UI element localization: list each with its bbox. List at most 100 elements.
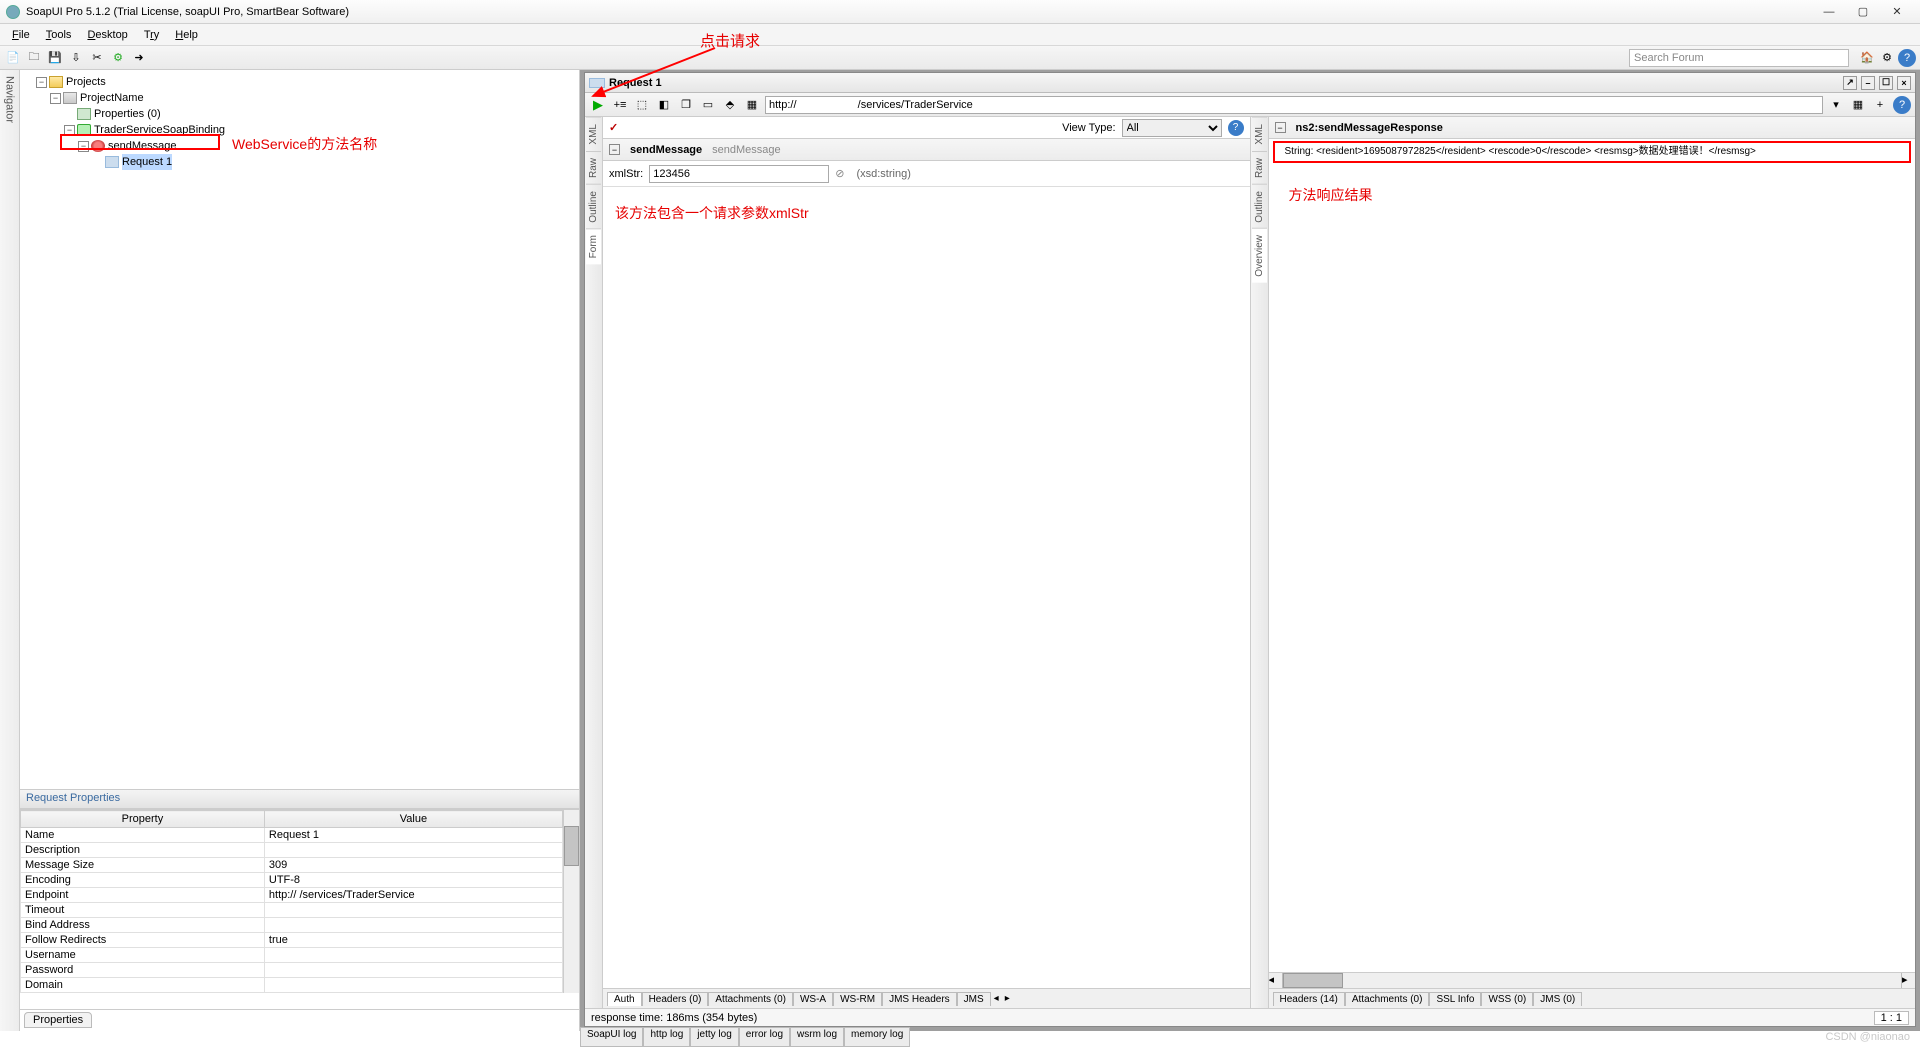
menu-file[interactable]: File (4, 27, 38, 43)
btab-jmsh[interactable]: JMS Headers (882, 992, 957, 1006)
response-collapse-icon[interactable]: − (1275, 122, 1286, 133)
view-type-select[interactable]: All (1122, 119, 1222, 137)
log-error[interactable]: error log (739, 1027, 790, 1047)
request-window-titlebar[interactable]: Request 1 ↗ – ☐ × (585, 73, 1915, 93)
log-memory[interactable]: memory log (844, 1027, 910, 1047)
table-row[interactable]: Bind Address (21, 918, 563, 933)
table-row[interactable]: Description (21, 843, 563, 858)
close-button[interactable]: ✕ (1880, 2, 1914, 22)
help2-icon[interactable]: ? (1893, 96, 1911, 114)
tree-request[interactable]: Request 1 (92, 154, 577, 170)
tool2-icon[interactable]: ▦ (743, 96, 761, 114)
vtab-res-overview[interactable]: Overview (1252, 228, 1267, 283)
add-endpoint-icon[interactable]: + (1871, 96, 1889, 114)
max-icon[interactable]: ☐ (1879, 76, 1893, 90)
clear-icon[interactable]: ⊘ (835, 167, 844, 180)
table-row[interactable]: Domain (21, 978, 563, 993)
collapse-icon[interactable]: − (609, 144, 620, 155)
add-assertion-icon[interactable]: +≡ (611, 96, 629, 114)
tool1-icon[interactable]: ⬘ (721, 96, 739, 114)
log-wsrm[interactable]: wsrm log (790, 1027, 844, 1047)
btab-headers[interactable]: Headers (0) (642, 992, 709, 1006)
menu-desktop[interactable]: Desktop (79, 27, 135, 43)
tool-icon[interactable]: ✂ (88, 49, 106, 67)
help-icon[interactable]: ? (1898, 49, 1916, 67)
props-scrollbar[interactable] (563, 810, 579, 993)
table-row[interactable]: Endpointhttp:// /services/TraderService (21, 888, 563, 903)
detach-icon[interactable]: ↗ (1843, 76, 1857, 90)
request-properties-header: Request Properties (20, 789, 579, 809)
settings-icon[interactable]: ⚙ (1878, 49, 1896, 67)
menu-try[interactable]: Try (136, 27, 167, 43)
tree-operation[interactable]: −sendMessage (78, 138, 577, 154)
tree-projects[interactable]: −Projects (36, 74, 577, 90)
table-row[interactable]: Message Size309 (21, 858, 563, 873)
soap-icon[interactable]: ⬚ (633, 96, 651, 114)
table-row[interactable]: Timeout (21, 903, 563, 918)
response-vtabs: XML Raw Outline Overview (1251, 117, 1269, 1008)
rbtab-ssl[interactable]: SSL Info (1429, 992, 1481, 1006)
import-icon[interactable]: ⇩ (67, 49, 85, 67)
menu-tools[interactable]: Tools (38, 27, 80, 43)
zoom-ratio[interactable]: 1 : 1 (1874, 1011, 1909, 1025)
tree-properties[interactable]: Properties (0) (64, 106, 577, 122)
maximize-button[interactable]: ▢ (1846, 2, 1880, 22)
url-dropdown-icon[interactable]: ▾ (1827, 96, 1845, 114)
tree-binding[interactable]: −TraderServiceSoapBinding (64, 122, 577, 138)
vtab-form[interactable]: Form (586, 228, 601, 264)
btab-attach[interactable]: Attachments (0) (708, 992, 793, 1006)
mdi-area: Request 1 ↗ – ☐ × ▶ +≡ ⬚ ◧ ❐ ▭ ⬘ ▦ ▾ ▦ + (580, 70, 1920, 1031)
btab-right-icon[interactable]: ▸ (1002, 993, 1013, 1004)
vtab-res-outline[interactable]: Outline (1252, 184, 1267, 229)
viewtype-help-icon[interactable]: ? (1228, 120, 1244, 136)
btab-auth[interactable]: Auth (607, 992, 642, 1006)
table-row[interactable]: EncodingUTF-8 (21, 873, 563, 888)
properties-tab[interactable]: Properties (24, 1012, 92, 1028)
table-row[interactable]: Follow Redirectstrue (21, 933, 563, 948)
btab-left-icon[interactable]: ◂ (991, 993, 1002, 1004)
rbtab-jms[interactable]: JMS (0) (1533, 992, 1582, 1006)
save-icon[interactable]: 💾 (46, 49, 64, 67)
response-hscroll[interactable]: ◂▸ (1269, 972, 1916, 988)
vtab-res-raw[interactable]: Raw (1252, 151, 1267, 184)
rbtab-attach[interactable]: Attachments (0) (1345, 992, 1430, 1006)
request-bottom-tabs: Auth Headers (0) Attachments (0) WS-A WS… (603, 988, 1250, 1008)
submit-button[interactable]: ▶ (589, 96, 607, 114)
log-soapui[interactable]: SoapUI log (580, 1027, 643, 1047)
log-jetty[interactable]: jetty log (690, 1027, 738, 1047)
new-icon[interactable]: 📄 (4, 49, 22, 67)
btab-wsa[interactable]: WS-A (793, 992, 833, 1006)
home-icon[interactable]: 🏠 (1858, 49, 1876, 67)
search-forum-input[interactable]: Search Forum (1629, 49, 1849, 67)
min-icon[interactable]: – (1861, 76, 1875, 90)
folder-icon[interactable]: 🗀 (25, 49, 43, 67)
table-row[interactable]: Password (21, 963, 563, 978)
btab-wsrm[interactable]: WS-RM (833, 992, 882, 1006)
navigator-tab[interactable]: Navigator (0, 70, 20, 1031)
btab-jms[interactable]: JMS (957, 992, 991, 1006)
endpoint-combo[interactable] (765, 96, 1823, 114)
menu-help[interactable]: Help (167, 27, 206, 43)
tool3-icon[interactable]: ▦ (1849, 96, 1867, 114)
log-http[interactable]: http log (643, 1027, 690, 1047)
rbtab-headers[interactable]: Headers (14) (1273, 992, 1345, 1006)
arrow-icon[interactable]: ➜ (130, 49, 148, 67)
vtab-outline[interactable]: Outline (586, 184, 601, 229)
rbtab-wss[interactable]: WSS (0) (1481, 992, 1533, 1006)
close-icon[interactable]: × (1897, 76, 1911, 90)
gear-icon[interactable]: ⚙ (109, 49, 127, 67)
response-body: 方法响应结果 (1269, 165, 1916, 972)
tree-project[interactable]: −ProjectName (50, 90, 577, 106)
vtab-raw[interactable]: Raw (586, 151, 601, 184)
response-string-box: String: <resident>1695087972825</residen… (1273, 141, 1912, 163)
table-row[interactable]: Username (21, 948, 563, 963)
table-row[interactable]: NameRequest 1 (21, 828, 563, 843)
clone-icon[interactable]: ❐ (677, 96, 695, 114)
request-vtabs: XML Raw Outline Form (585, 117, 603, 1008)
minimize-button[interactable]: — (1812, 2, 1846, 22)
new-window-icon[interactable]: ▭ (699, 96, 717, 114)
param-input[interactable] (649, 165, 829, 183)
raw-icon[interactable]: ◧ (655, 96, 673, 114)
vtab-xml[interactable]: XML (586, 117, 601, 151)
vtab-res-xml[interactable]: XML (1252, 117, 1267, 151)
